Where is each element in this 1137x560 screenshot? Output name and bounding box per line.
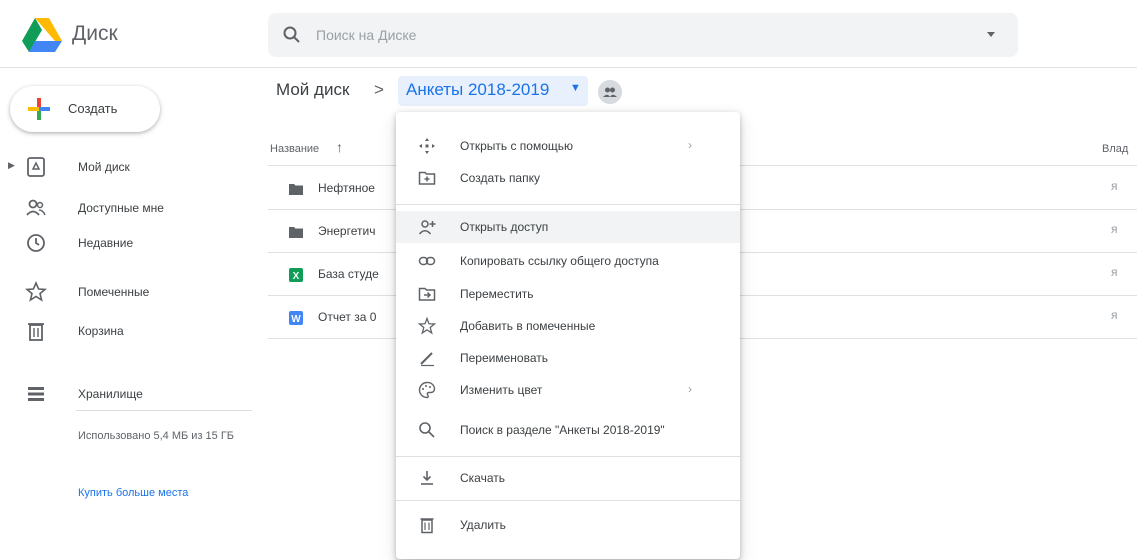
breadcrumb-current-label: Анкеты 2018-2019 (406, 80, 550, 99)
storage-icon (28, 387, 44, 401)
star-icon (418, 317, 436, 335)
menu-item-label: Создать папку (460, 171, 540, 185)
file-owner: я (1111, 222, 1118, 236)
sidebar-item-starred[interactable]: Помеченные (0, 275, 260, 309)
menu-item-share[interactable]: Открыть доступ (396, 211, 740, 243)
chevron-right-icon: › (688, 382, 692, 396)
menu-item-open-with[interactable]: Открыть с помощью › (396, 130, 740, 162)
sidebar-item-recent[interactable]: Недавние (0, 226, 260, 260)
menu-item-new-folder[interactable]: Создать папку (396, 162, 740, 194)
sidebar-item-shared[interactable]: Доступные мне (0, 191, 260, 225)
search-icon (419, 422, 435, 438)
file-name: Нефтяное (318, 181, 375, 195)
storage-usage-text: Использовано 5,4 МБ из 15 ГБ (78, 430, 235, 442)
chevron-down-icon: ▼ (570, 82, 581, 94)
sidebar-item-label: Корзина (78, 324, 124, 338)
sidebar-item-label: Доступные мне (78, 201, 164, 215)
menu-item-label: Поиск в разделе "Анкеты 2018-2019" (460, 423, 665, 437)
menu-item-delete[interactable]: Удалить (396, 509, 740, 541)
sidebar-item-label: Мой диск (78, 160, 130, 174)
menu-item-download[interactable]: Скачать (396, 462, 740, 494)
svg-text:X: X (293, 271, 300, 282)
drive-logo-icon[interactable] (22, 18, 62, 54)
breadcrumb-root[interactable]: Мой диск (276, 80, 349, 100)
file-owner: я (1111, 179, 1118, 193)
add-person-icon (418, 220, 436, 235)
drive-icon (27, 157, 45, 177)
menu-item-copy-link[interactable]: Копировать ссылку общего доступа (396, 245, 740, 277)
sheets-icon: X (289, 268, 303, 282)
sidebar-item-label: Помеченные (78, 285, 150, 299)
docs-icon: W (289, 311, 303, 325)
menu-item-move[interactable]: Переместить (396, 278, 740, 310)
link-icon (418, 256, 436, 266)
pencil-icon (420, 352, 434, 367)
menu-item-star[interactable]: Добавить в помеченные (396, 310, 740, 342)
menu-item-label: Открыть с помощью (460, 139, 574, 153)
download-icon (421, 471, 433, 485)
buy-storage-link[interactable]: Купить больше места (78, 487, 188, 499)
breadcrumb-current-folder[interactable]: Анкеты 2018-2019 ▼ (398, 76, 588, 106)
menu-item-label: Переименовать (460, 351, 548, 365)
menu-item-label: Переместить (460, 287, 534, 301)
menu-divider (396, 204, 740, 205)
search-bar[interactable]: Поиск на Диске (268, 13, 1018, 57)
file-owner: я (1111, 308, 1118, 322)
open-with-icon (419, 138, 435, 154)
move-icon (418, 287, 436, 301)
menu-item-label: Изменить цвет (460, 383, 543, 397)
file-name: Энергетич (318, 224, 376, 238)
sidebar-item-trash[interactable]: Корзина (0, 314, 260, 348)
top-bar: Диск Поиск на Диске (0, 0, 1137, 68)
context-menu: Открыть с помощью › Создать папку Открыт… (396, 112, 740, 559)
trash-icon (28, 323, 44, 341)
plus-icon (28, 98, 50, 120)
sidebar-item-label: Недавние (78, 236, 134, 250)
sidebar-item-storage[interactable]: Хранилище (0, 377, 260, 411)
menu-item-rename[interactable]: Переименовать (396, 342, 740, 374)
menu-divider (396, 500, 740, 501)
trash-icon (420, 518, 434, 534)
menu-item-label: Добавить в помеченные (460, 319, 596, 333)
file-name: Отчет за 0 (318, 310, 377, 324)
folder-icon (289, 184, 303, 195)
create-button-label: Создать (68, 101, 118, 116)
chevron-right-icon: › (688, 138, 692, 152)
sort-arrow-icon[interactable]: ↑ (336, 139, 343, 155)
menu-item-label: Скачать (460, 471, 505, 485)
clock-icon (27, 234, 45, 252)
star-icon (24, 280, 48, 302)
menu-item-label: Удалить (460, 518, 506, 532)
column-owner-header[interactable]: Влад (1102, 143, 1128, 155)
storage-usage-bar (76, 410, 252, 411)
menu-item-search-in-folder[interactable]: Поиск в разделе "Анкеты 2018-2019" (396, 414, 740, 446)
search-input[interactable]: Поиск на Диске (316, 27, 416, 43)
sidebar-item-my-drive[interactable]: ▶ Мой диск (0, 150, 260, 184)
create-button[interactable]: Создать (10, 86, 160, 132)
sidebar-item-label: Хранилище (78, 387, 143, 401)
column-name-header[interactable]: Название (270, 143, 319, 155)
shared-people-icon (26, 199, 46, 216)
file-name: База студе (318, 267, 379, 281)
file-owner: я (1111, 265, 1118, 279)
search-icon[interactable] (282, 25, 302, 45)
menu-item-change-color[interactable]: Изменить цвет › (396, 374, 740, 406)
breadcrumb-separator: > (374, 80, 384, 99)
folder-icon (289, 227, 303, 238)
menu-divider (396, 456, 740, 457)
new-folder-icon (418, 171, 436, 185)
menu-item-label: Копировать ссылку общего доступа (460, 254, 659, 268)
palette-icon (418, 381, 436, 399)
search-options-icon[interactable] (984, 27, 998, 41)
shared-folder-icon[interactable] (598, 80, 622, 104)
menu-item-label: Открыть доступ (460, 220, 549, 234)
svg-text:W: W (291, 314, 301, 325)
expand-arrow-icon[interactable]: ▶ (8, 160, 15, 171)
app-name[interactable]: Диск (72, 22, 118, 46)
